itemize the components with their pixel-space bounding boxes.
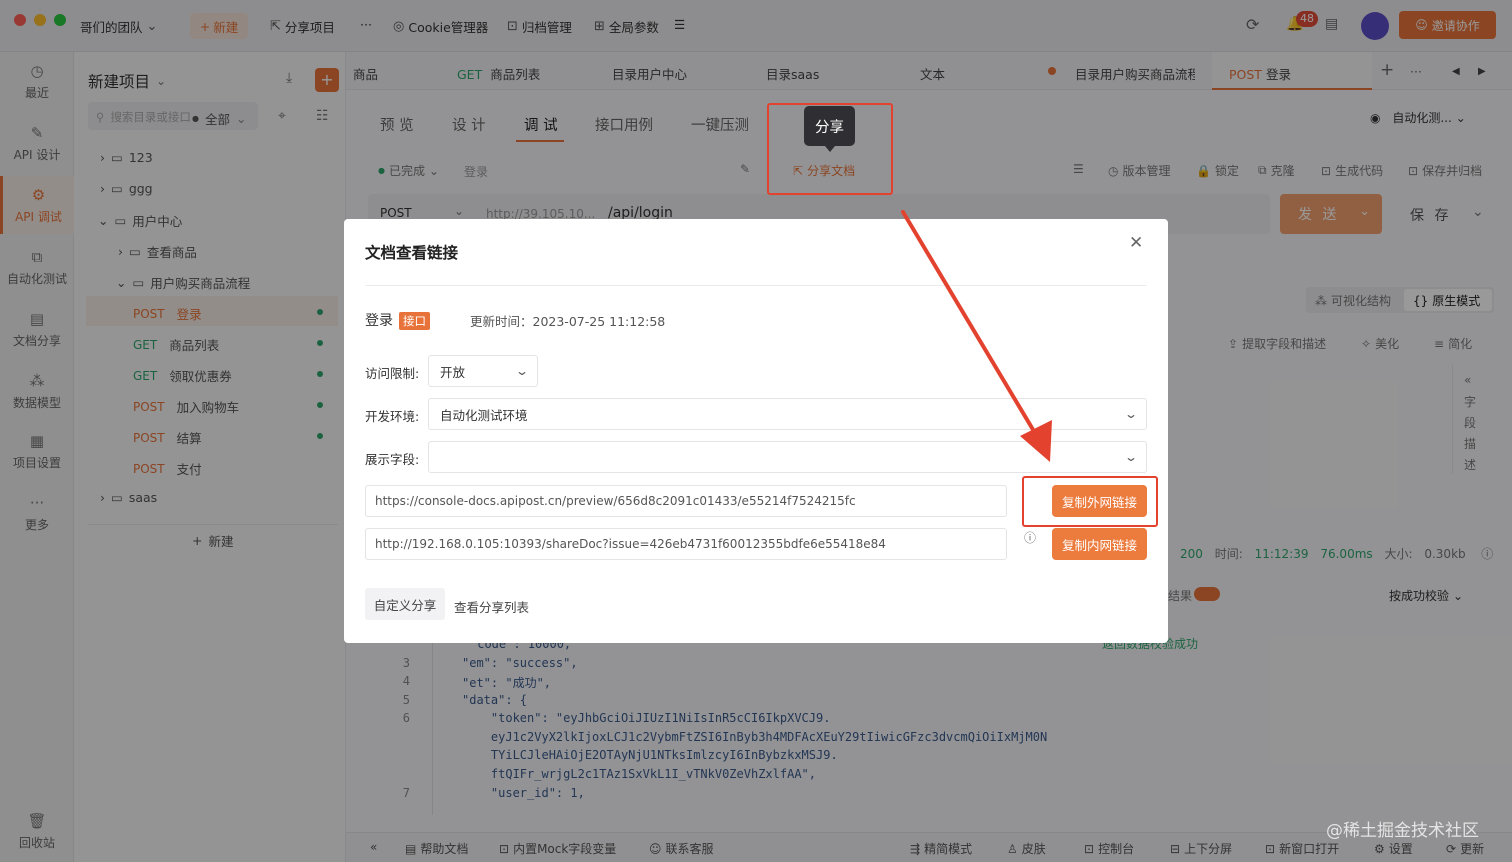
annotation-arrow: [901, 210, 1052, 462]
arrow-head: [1020, 420, 1052, 462]
watermark: @稀土掘金技术社区: [1326, 821, 1479, 841]
arrow-shaft: [901, 210, 1040, 440]
